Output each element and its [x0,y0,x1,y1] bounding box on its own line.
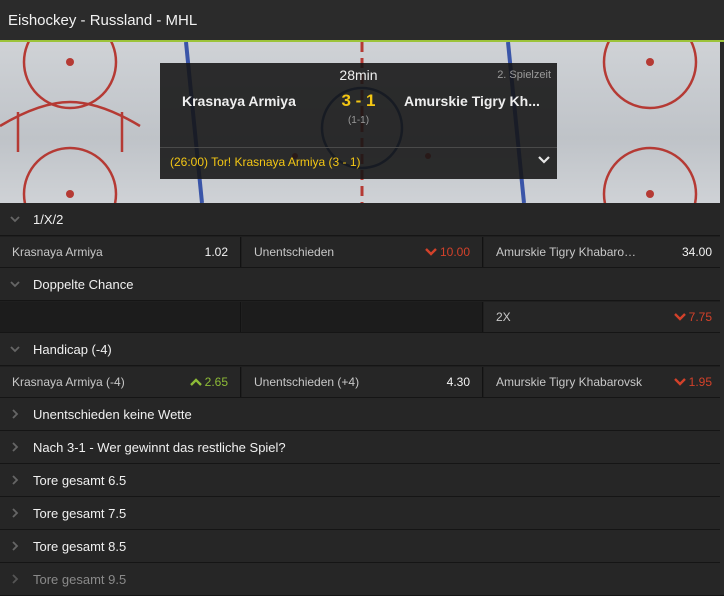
scrollbar[interactable] [720,42,724,594]
odds-label: Amurskie Tigry Khabarovsk [496,375,643,389]
chevron-down-icon [10,281,20,288]
odds-cell-home[interactable]: Krasnaya Armiya 1.02 [0,237,241,267]
rink-background: 28min 2. Spielzeit Krasnaya Armiya 3 - 1… [0,42,724,203]
chevron-right-icon [12,475,19,485]
market-title: Tore gesamt 6.5 [33,472,127,488]
odds-value: 10.00 [425,245,470,259]
odds-cell-away[interactable]: Amurskie Tigry Khabaro… 34.00 [484,237,724,267]
market-header-collapsed[interactable]: Tore gesamt 9.5 [0,563,724,596]
trend-down-icon [673,313,686,321]
odds-label: Amurskie Tigry Khabaro… [496,245,637,259]
chevron-right-icon [12,409,19,419]
scoreboard-divider [160,147,557,148]
odds-cell-home[interactable]: Krasnaya Armiya (-4) 2.65 [0,367,241,397]
odds-label: 2X [496,310,511,324]
market-header-collapsed[interactable]: Unentschieden keine Wette [0,398,724,431]
chevron-right-icon [12,508,19,518]
odds-cell-away[interactable]: Amurskie Tigry Khabarovsk 1.95 [484,367,724,397]
market-header-collapsed[interactable]: Tore gesamt 8.5 [0,530,724,563]
event-title: Eishockey - Russland - MHL [8,11,198,29]
odds-cell-empty [0,302,241,332]
market-title: Handicap (-4) [33,341,112,357]
chevron-down-icon[interactable] [537,153,551,167]
market-title: Unentschieden keine Wette [33,406,192,422]
odds-label: Krasnaya Armiya (-4) [12,375,125,389]
market-title: Tore gesamt 8.5 [33,538,127,554]
odds-value: 2.65 [189,375,228,389]
chevron-down-icon [10,216,20,223]
market-title: Tore gesamt 9.5 [33,571,127,587]
chevron-right-icon [12,541,19,551]
odds-row-handicap: Krasnaya Armiya (-4) 2.65 Unentschieden … [0,366,724,398]
market-header-collapsed[interactable]: Tore gesamt 6.5 [0,464,724,497]
period-score: (1-1) [347,115,370,126]
odds-value: 4.30 [446,375,470,389]
chevron-right-icon [12,574,19,584]
odds-label: Unentschieden [254,245,335,259]
odds-cell-2x[interactable]: 2X 7.75 [484,302,724,332]
odds-label: Krasnaya Armiya [12,245,103,259]
market-header-collapsed[interactable]: Nach 3-1 - Wer gewinnt das restliche Spi… [0,431,724,464]
chevron-down-icon [10,346,20,353]
event-title-bar: Eishockey - Russland - MHL [0,0,724,42]
market-header-1x2[interactable]: 1/X/2 [0,203,724,236]
odds-value: 34.00 [681,245,712,259]
market-title: Tore gesamt 7.5 [33,505,127,521]
market-title: Nach 3-1 - Wer gewinnt das restliche Spi… [33,439,286,455]
odds-cell-draw[interactable]: Unentschieden (+4) 4.30 [242,367,483,397]
odds-label: Unentschieden (+4) [254,375,360,389]
odds-row-double-chance: 2X 7.75 [0,301,724,333]
trend-down-icon [673,378,686,386]
odds-cell-empty [242,302,483,332]
market-title: 1/X/2 [33,211,64,227]
odds-value: 7.75 [673,310,712,324]
odds-cell-draw[interactable]: Unentschieden 10.00 [242,237,483,267]
trend-down-icon [425,248,437,256]
odds-value: 1.95 [673,375,712,389]
odds-value: 1.02 [204,245,228,259]
market-header-double-chance[interactable]: Doppelte Chance [0,268,724,301]
away-team: Amurskie Tigry Kh... [404,93,540,109]
match-period: 2. Spielzeit [497,69,551,81]
market-header-handicap[interactable]: Handicap (-4) [0,333,724,366]
chevron-right-icon [12,442,19,452]
market-header-collapsed[interactable]: Tore gesamt 7.5 [0,497,724,530]
trend-up-icon [189,378,202,386]
odds-row-1x2: Krasnaya Armiya 1.02 Unentschieden 10.00… [0,236,724,268]
last-event: (26:00) Tor! Krasnaya Armiya (3 - 1) [170,155,361,169]
market-title: Doppelte Chance [33,276,134,292]
scoreboard: 28min 2. Spielzeit Krasnaya Armiya 3 - 1… [160,63,557,179]
